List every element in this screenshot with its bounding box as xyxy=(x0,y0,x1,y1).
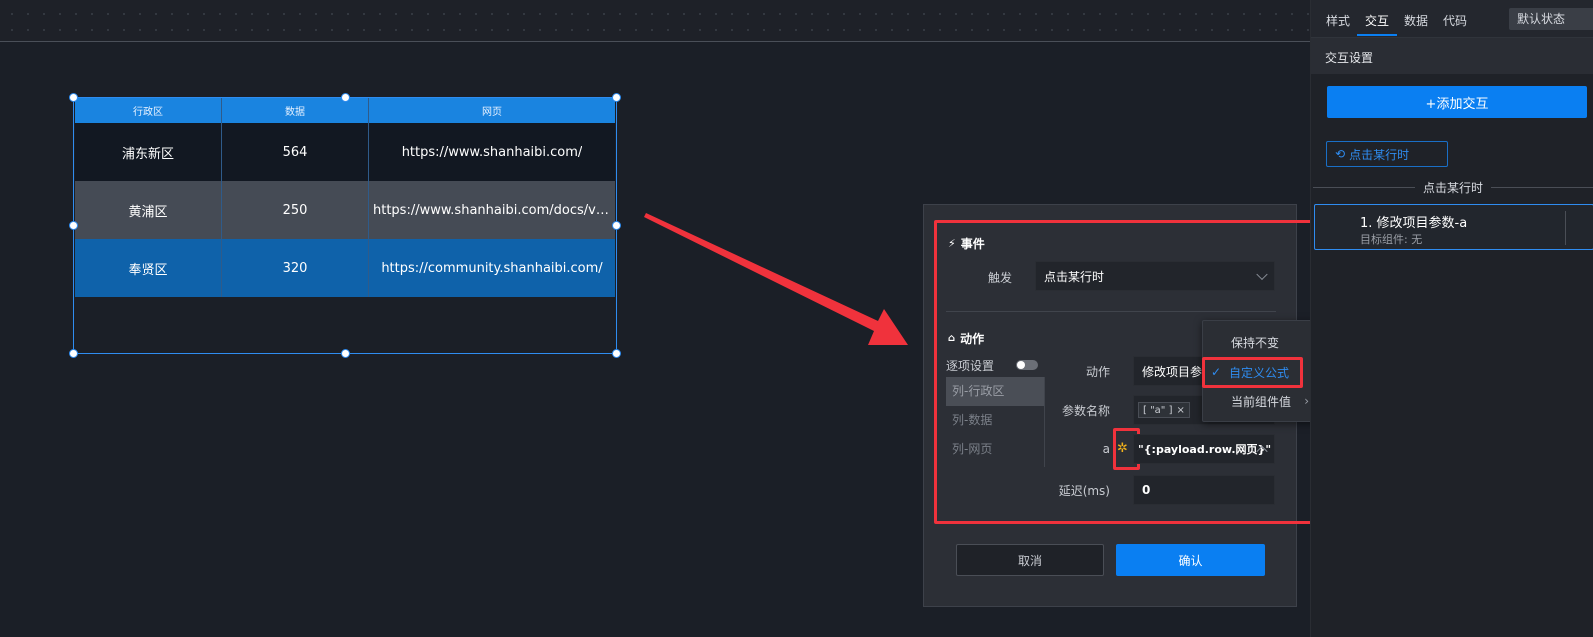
action-card[interactable]: 1. 修改项目参数-a 目标组件: 无 xyxy=(1314,204,1593,250)
delay-label: 延迟(ms) xyxy=(1058,484,1110,498)
resize-handle-b[interactable] xyxy=(341,349,350,358)
table-widget[interactable]: 行政区 数据 网页 浦东新区 564 https://www.shanhaibi… xyxy=(69,93,621,358)
action-icon: ⌂ xyxy=(948,333,956,344)
lightning-icon: ⚡ xyxy=(948,237,956,250)
option-keep[interactable]: 保持不变 xyxy=(1203,328,1319,356)
event-section-title: ⚡ 事件 xyxy=(948,237,985,251)
action-card-subtitle: 目标组件: 无 xyxy=(1360,233,1423,246)
section-divider xyxy=(946,311,1276,312)
table-row[interactable]: 黄浦区 250 https://www.shanhaibi.com/docs/v… xyxy=(75,181,615,239)
cursor-click-icon: ⟲ xyxy=(1335,147,1346,161)
cell-webpage: https://community.shanhaibi.com/ xyxy=(381,260,603,276)
event-separator-label: 点击某行时 xyxy=(1415,179,1492,196)
action-section-title: ⌂ 动作 xyxy=(948,332,985,346)
tab-style[interactable]: 样式 xyxy=(1326,12,1350,29)
panel-tabs: 样式 交互 数据 代码 默认状态 xyxy=(1311,0,1593,38)
param-name-label: 参数名称 xyxy=(1061,404,1110,418)
column-item-data[interactable]: 列-数据 xyxy=(946,406,1044,435)
per-item-toggle[interactable] xyxy=(1016,360,1038,370)
cell-district: 黄浦区 xyxy=(75,181,222,239)
column-list-divider xyxy=(1044,377,1045,467)
add-interaction-button[interactable]: +添加交互 xyxy=(1327,86,1587,118)
resize-handle-tr[interactable] xyxy=(612,93,621,102)
formula-icon[interactable]: ✲ xyxy=(1117,441,1128,456)
confirm-button[interactable]: 确认 xyxy=(1116,544,1265,576)
chevron-right-icon: › xyxy=(1304,394,1309,408)
table-row[interactable]: 浦东新区 564 https://www.shanhaibi.com/ xyxy=(75,123,615,181)
cell-data: 250 xyxy=(222,181,369,239)
canvas-ruler xyxy=(0,0,1310,42)
resize-handle-t[interactable] xyxy=(341,93,350,102)
resize-handle-br[interactable] xyxy=(612,349,621,358)
action-card-title: 1. 修改项目参数-a xyxy=(1360,216,1468,231)
param-a-field[interactable]: "{:payload.row.网页}" xyxy=(1133,434,1275,464)
option-current-value[interactable]: 当前组件值 › xyxy=(1203,387,1319,415)
interaction-settings-header: 交互设置 xyxy=(1311,38,1593,74)
column-item-webpage[interactable]: 列-网页 xyxy=(946,435,1044,464)
cancel-button[interactable]: 取消 xyxy=(956,544,1104,576)
highlight-box-option xyxy=(1202,357,1303,388)
close-icon[interactable]: × xyxy=(1177,405,1185,416)
header-webpage: 网页 xyxy=(482,107,502,118)
resize-handle-tl[interactable] xyxy=(69,93,78,102)
action-card-divider xyxy=(1565,211,1566,245)
formula-mode-popover: 保持不变 ✓ 自定义公式 当前组件值 › xyxy=(1202,320,1318,422)
annotation-arrow xyxy=(644,213,908,345)
data-table: 行政区 数据 网页 浦东新区 564 https://www.shanhaibi… xyxy=(75,98,615,297)
active-tab-indicator xyxy=(1357,34,1397,36)
header-district: 行政区 xyxy=(75,98,222,123)
column-item-district[interactable]: 列-行政区 xyxy=(946,377,1044,406)
tab-code[interactable]: 代码 xyxy=(1443,12,1467,29)
chevron-down-icon xyxy=(1256,268,1268,281)
per-item-label: 逐项设置 xyxy=(946,359,995,373)
state-button[interactable]: 默认状态 xyxy=(1509,8,1593,30)
cell-webpage: https://www.shanhaibi.com/docs/v1/dg... xyxy=(373,202,611,218)
tab-interaction[interactable]: 交互 xyxy=(1365,12,1389,29)
action-label: 动作 xyxy=(1085,365,1110,379)
cell-data: 320 xyxy=(222,239,369,297)
cell-data: 564 xyxy=(222,123,369,181)
trigger-select[interactable]: 点击某行时 xyxy=(1035,261,1275,291)
resize-handle-bl[interactable] xyxy=(69,349,78,358)
param-a-label: a xyxy=(1102,442,1110,456)
event-chip[interactable]: ⟲ 点击某行时 xyxy=(1326,141,1448,167)
cell-district: 奉贤区 xyxy=(75,239,222,297)
cell-district: 浦东新区 xyxy=(75,123,222,181)
param-tag[interactable]: [ "a" ] × xyxy=(1138,402,1190,418)
delay-input[interactable]: 0 xyxy=(1133,475,1275,505)
cell-webpage: https://www.shanhaibi.com/ xyxy=(401,144,583,160)
table-row[interactable]: 奉贤区 320 https://community.shanhaibi.com/ xyxy=(75,239,615,297)
column-list: 列-行政区 列-数据 列-网页 xyxy=(946,377,1044,464)
resize-handle-r[interactable] xyxy=(612,221,621,230)
trigger-label: 触发 xyxy=(987,271,1012,285)
right-panel: 样式 交互 数据 代码 默认状态 交互设置 +添加交互 ⟲ 点击某行时 点击某行… xyxy=(1310,0,1593,637)
resize-handle-l[interactable] xyxy=(69,221,78,230)
tab-data[interactable]: 数据 xyxy=(1404,12,1428,29)
